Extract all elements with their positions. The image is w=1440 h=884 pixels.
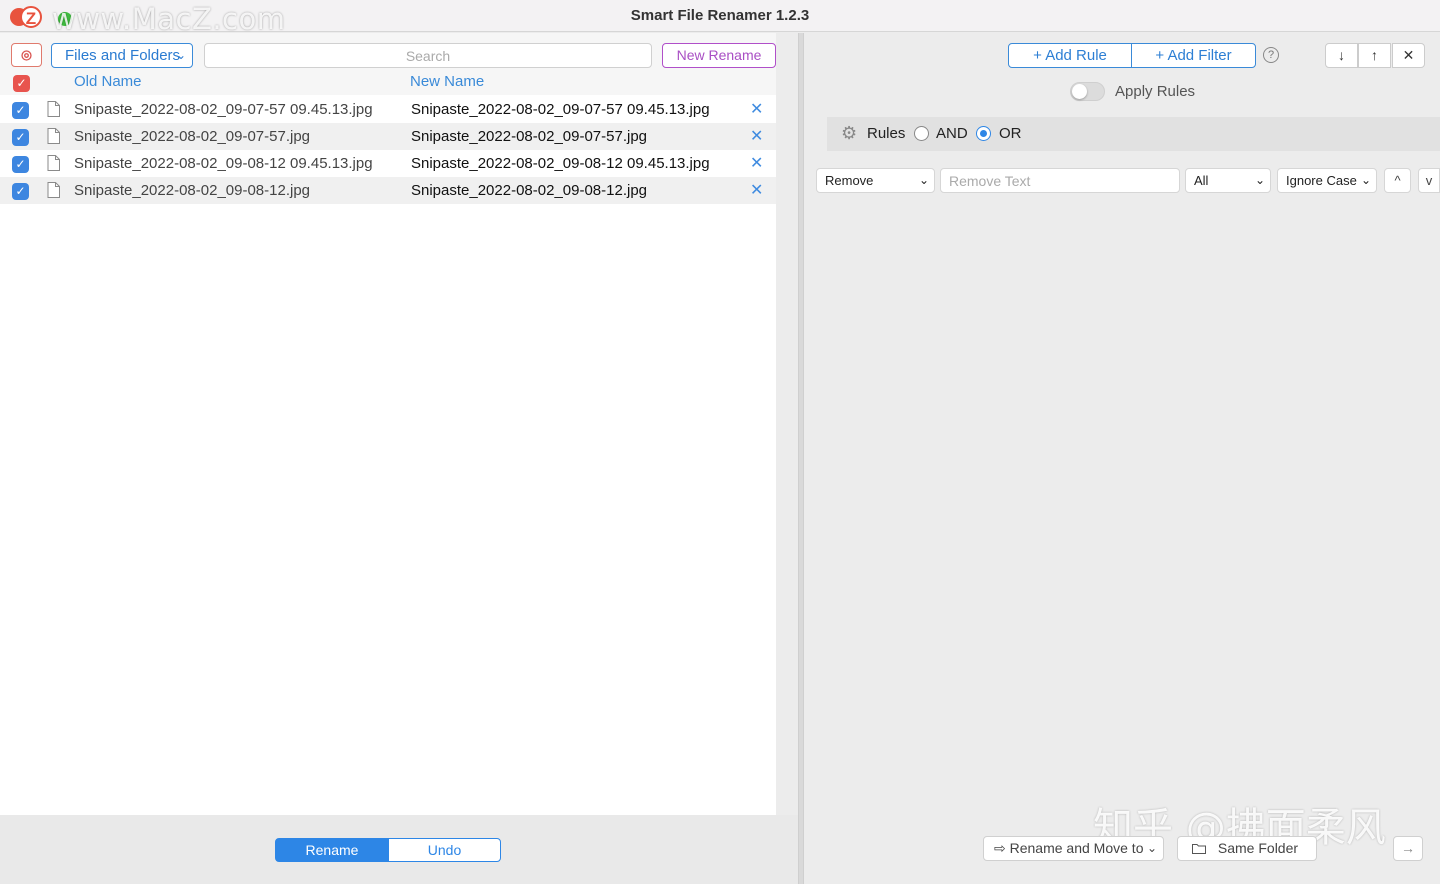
move-mode-value: Rename and Move to <box>1009 840 1144 856</box>
scope-select-value: Files and Folders <box>65 47 181 64</box>
rules-bar: ⚙ Rules AND OR <box>827 117 1440 151</box>
chevron-down-icon: ⌄ <box>1146 841 1157 855</box>
gear-icon <box>21 50 32 61</box>
move-down-button[interactable]: ↓ <box>1325 43 1358 68</box>
left-bottom-bar: Rename Undo <box>0 815 798 884</box>
table-row[interactable]: ✓ Snipaste_2022-08-02_09-08-12 09.45.13.… <box>0 150 776 177</box>
folder-icon <box>1192 844 1206 854</box>
or-label: OR <box>999 125 1022 142</box>
row-checkbox[interactable]: ✓ <box>12 156 29 173</box>
table-row[interactable]: ✓ Snipaste_2022-08-02_09-08-12.jpg Snipa… <box>0 177 776 204</box>
settings-button[interactable] <box>11 43 42 67</box>
search-input[interactable] <box>204 43 652 68</box>
old-filename: Snipaste_2022-08-02_09-08-12 09.45.13.jp… <box>74 155 373 172</box>
chevron-down-icon: ⌄ <box>1254 173 1265 187</box>
new-rename-button[interactable]: New Rename <box>662 43 776 68</box>
window-title: Smart File Renamer 1.2.3 <box>630 7 810 24</box>
column-new-name[interactable]: New Name <box>410 73 484 90</box>
add-rule-button[interactable]: + Add Rule <box>1008 43 1132 68</box>
select-all-checkbox[interactable]: ✓ <box>13 75 30 92</box>
rule-scope-value: All <box>1194 173 1209 188</box>
column-header: ✓ Old Name New Name <box>0 69 776 95</box>
move-mode-select[interactable]: ⇨ Rename and Move to ⌄ <box>983 836 1164 861</box>
chevron-down-icon: ⌄ <box>918 173 929 187</box>
row-checkbox[interactable]: ✓ <box>12 183 29 200</box>
new-filename: Snipaste_2022-08-02_09-08-12 09.45.13.jp… <box>411 155 710 172</box>
chevron-down-icon: ⌄ <box>175 48 186 62</box>
row-checkbox[interactable]: ✓ <box>12 102 29 119</box>
toggle-knob <box>1072 84 1087 99</box>
rule-action-select[interactable]: Remove ⌄ <box>816 168 935 193</box>
chevron-down-icon: ⌄ <box>1360 173 1371 187</box>
add-filter-button[interactable]: + Add Filter <box>1131 43 1256 68</box>
remove-row-icon[interactable]: ✕ <box>750 180 763 200</box>
remove-row-icon[interactable]: ✕ <box>750 126 763 146</box>
destination-folder-button[interactable]: Same Folder <box>1177 836 1317 861</box>
gear-icon[interactable]: ⚙ <box>841 123 857 144</box>
undo-button[interactable]: Undo <box>388 838 501 862</box>
new-filename: Snipaste_2022-08-02_09-07-57.jpg <box>411 128 648 145</box>
or-radio[interactable] <box>976 126 991 141</box>
new-filename: Snipaste_2022-08-02_09-08-12.jpg <box>411 182 648 199</box>
move-up-button[interactable]: ↑ <box>1358 43 1391 68</box>
rule-case-select[interactable]: Ignore Case ⌄ <box>1277 168 1377 193</box>
rule-case-value: Ignore Case <box>1286 173 1357 188</box>
document-icon <box>47 182 60 198</box>
and-radio[interactable] <box>914 126 929 141</box>
apply-rules-label: Apply Rules <box>1115 83 1196 100</box>
pane-splitter[interactable] <box>798 33 804 884</box>
rule-row: Remove ⌄ All ⌄ Ignore Case ⌄ ^ v <box>805 168 1440 194</box>
go-button[interactable]: → <box>1393 836 1423 861</box>
arrow-right-icon: ⇨ <box>994 840 1010 856</box>
remove-row-icon[interactable]: ✕ <box>750 153 763 173</box>
remove-text-input[interactable] <box>940 168 1180 193</box>
row-checkbox[interactable]: ✓ <box>12 129 29 146</box>
old-filename: Snipaste_2022-08-02_09-07-57 09.45.13.jp… <box>74 101 373 118</box>
help-icon[interactable]: ? <box>1263 47 1279 63</box>
scope-select[interactable]: Files and Folders ⌄ <box>51 43 193 68</box>
document-icon <box>47 128 60 144</box>
apply-rules-toggle[interactable] <box>1070 82 1105 101</box>
rename-button[interactable]: Rename <box>275 838 389 862</box>
close-rules-button[interactable]: ✕ <box>1392 43 1425 68</box>
destination-folder-label: Same Folder <box>1217 840 1299 856</box>
rule-up-button[interactable]: ^ <box>1384 168 1411 193</box>
table-row[interactable]: ✓ Snipaste_2022-08-02_09-07-57.jpg Snipa… <box>0 123 776 150</box>
rule-scope-select[interactable]: All ⌄ <box>1185 168 1271 193</box>
old-filename: Snipaste_2022-08-02_09-07-57.jpg <box>74 128 311 145</box>
file-list-pane: Files and Folders ⌄ New Rename ✓ Old Nam… <box>0 33 776 815</box>
rule-down-button[interactable]: v <box>1418 168 1440 193</box>
new-filename: Snipaste_2022-08-02_09-07-57 09.45.13.jp… <box>411 101 710 118</box>
document-icon <box>47 101 60 117</box>
titlebar: Z www.MacZ.com Smart File Renamer 1.2.3 <box>0 0 1440 36</box>
column-old-name[interactable]: Old Name <box>74 73 142 90</box>
rules-label: Rules <box>867 125 906 142</box>
old-filename: Snipaste_2022-08-02_09-08-12.jpg <box>74 182 311 199</box>
and-label: AND <box>936 125 968 142</box>
rule-action-value: Remove <box>825 173 874 188</box>
table-row[interactable]: ✓ Snipaste_2022-08-02_09-07-57 09.45.13.… <box>0 96 776 123</box>
remove-row-icon[interactable]: ✕ <box>750 99 763 119</box>
file-list: ✓ Snipaste_2022-08-02_09-07-57 09.45.13.… <box>0 96 776 204</box>
document-icon <box>47 155 60 171</box>
rules-pane: + Add Rule + Add Filter ? ↓ ↑ ✕ Apply Ru… <box>805 33 1440 884</box>
